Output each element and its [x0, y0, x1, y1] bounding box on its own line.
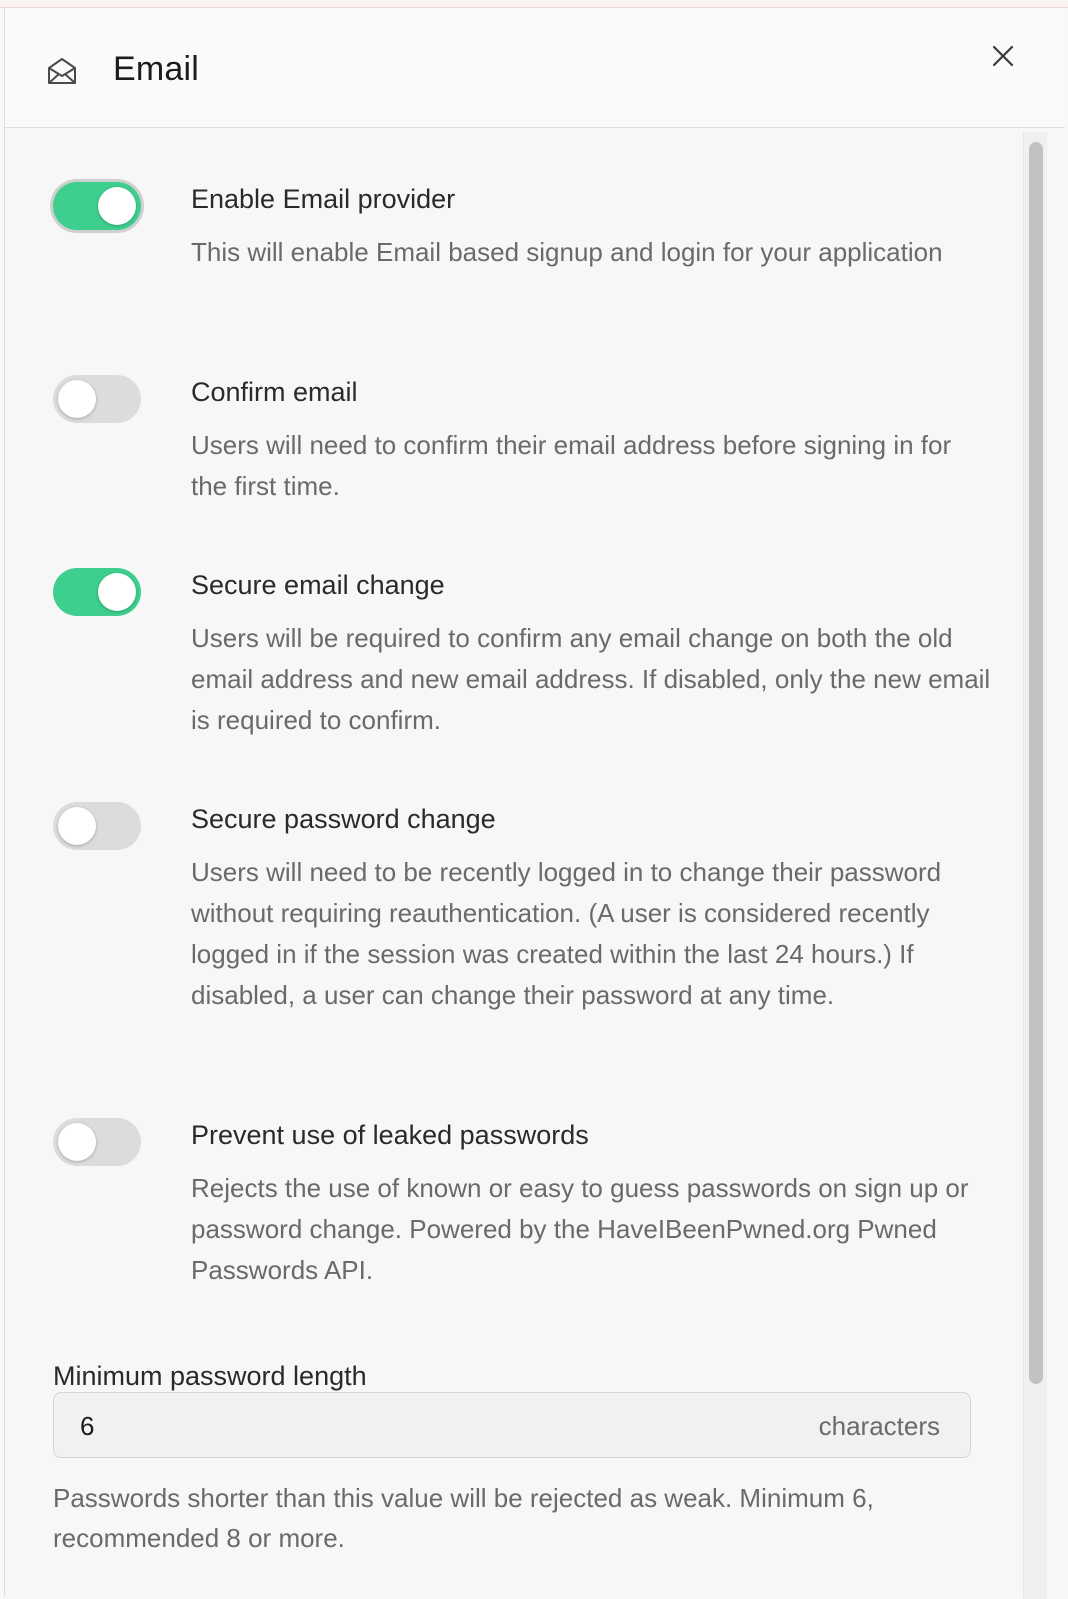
secure-password-change-toggle[interactable]	[53, 802, 141, 850]
toggle-knob	[58, 1123, 96, 1161]
panel-title: Email	[113, 50, 200, 88]
email-provider-panel: Email Enable Email provider This will en…	[4, 8, 1065, 1599]
confirm-email-toggle[interactable]	[53, 375, 141, 423]
min-password-length-label: Minimum password length	[53, 1361, 367, 1391]
min-password-length-value[interactable]: 6	[80, 1411, 94, 1442]
setting-description: Users will need to confirm their email a…	[191, 430, 952, 501]
setting-label: Prevent use of leaked passwords	[191, 1120, 589, 1150]
settings-scroll-area: Enable Email provider This will enable E…	[5, 129, 1065, 1596]
prevent-leaked-passwords-toggle[interactable]	[53, 1118, 141, 1166]
setting-description: Rejects the use of known or easy to gues…	[191, 1173, 969, 1285]
setting-description: Users will be required to confirm any em…	[191, 623, 991, 735]
setting-label: Enable Email provider	[191, 184, 456, 214]
min-password-length-suffix: characters	[818, 1411, 940, 1441]
envelope-open-icon	[45, 54, 79, 88]
setting-label: Secure password change	[191, 804, 496, 834]
toggle-knob	[98, 573, 136, 611]
toggle-knob	[58, 380, 96, 418]
panel-header: Email	[5, 8, 1065, 128]
setting-label: Secure email change	[191, 570, 445, 600]
setting-description: Users will need to be recently logged in…	[191, 857, 942, 1010]
min-password-length-input[interactable]: 6 characters	[53, 1392, 971, 1458]
enable-email-provider-toggle[interactable]	[53, 182, 141, 230]
secure-email-change-toggle[interactable]	[53, 568, 141, 616]
min-password-length-help: Passwords shorter than this value will b…	[53, 1483, 874, 1553]
close-icon	[991, 44, 1015, 73]
setting-label: Confirm email	[191, 377, 358, 407]
scrollbar-thumb[interactable]	[1029, 142, 1043, 1384]
window-top-strip	[0, 0, 1068, 8]
setting-description: This will enable Email based signup and …	[191, 237, 943, 267]
toggle-knob	[98, 187, 136, 225]
toggle-knob	[58, 807, 96, 845]
close-button[interactable]	[985, 40, 1021, 76]
